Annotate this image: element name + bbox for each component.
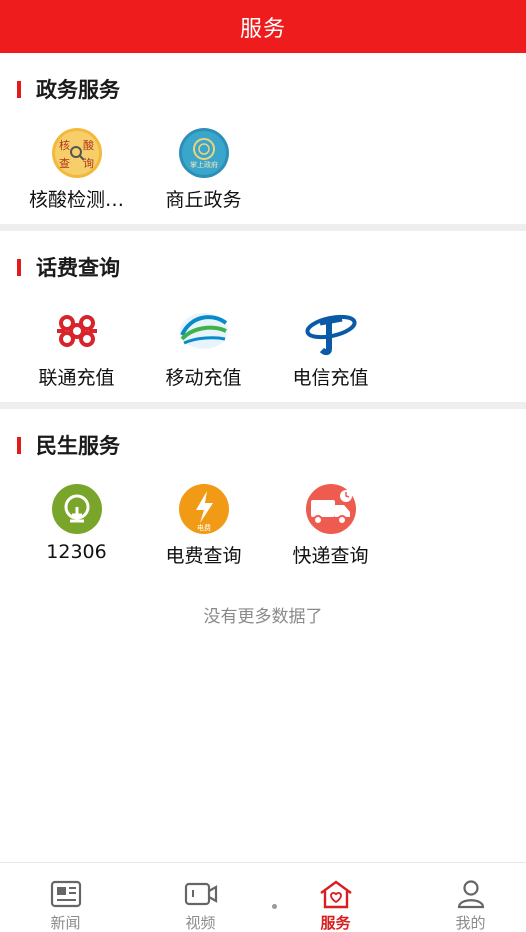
service-item-telecom-recharge[interactable]: 电信充值 (268, 305, 393, 395)
china-unicom-icon (46, 305, 108, 357)
service-grid: 12306 电费 电费查询 快递查询 (0, 483, 526, 573)
service-item-label: 12306 (46, 541, 107, 563)
no-more-data-text: 没有更多数据了 (203, 607, 323, 627)
svg-text:电费: 电费 (197, 523, 211, 532)
service-item-label: 商丘政务 (165, 189, 242, 211)
section-header: 政务服务 (0, 77, 120, 102)
section-title: 政务服务 (36, 78, 120, 102)
tab-label: 视频 (185, 914, 216, 932)
section-phone-recharge: 话费查询 联通充值 移动充值 电信充值 (0, 231, 526, 402)
top-header: 服务 (0, 0, 526, 53)
tab-label: 我的 (455, 914, 486, 932)
service-grid: 核 酸 查 询 核酸检测… 掌上政府 商丘政务 (0, 127, 526, 217)
tab-profile[interactable]: 我的 (405, 863, 526, 932)
svg-text:查: 查 (59, 156, 70, 170)
china-telecom-icon (300, 305, 362, 357)
service-item-label: 电费查询 (165, 545, 242, 567)
profile-icon (453, 879, 489, 909)
service-item-unicom-recharge[interactable]: 联通充值 (14, 305, 139, 395)
service-item-label: 电信充值 (292, 367, 369, 389)
bottom-tab-bar: 新闻 视频 服务 我的 (0, 862, 526, 932)
electricity-bill-icon: 电费 (173, 483, 235, 535)
shangqiu-gov-icon: 掌上政府 (173, 127, 235, 179)
section-divider (0, 224, 526, 231)
svg-text:掌上政府: 掌上政府 (190, 160, 218, 169)
service-grid: 联通充值 移动充值 电信充值 (0, 305, 526, 395)
section-title: 民生服务 (36, 434, 120, 458)
china-mobile-icon (173, 305, 235, 357)
service-item-label: 核酸检测… (28, 189, 124, 211)
service-item-label: 快递查询 (292, 545, 369, 567)
service-item-label: 移动充值 (165, 367, 242, 389)
section-title: 话费查询 (36, 256, 120, 280)
section-accent-bar (17, 258, 21, 276)
svg-text:核: 核 (59, 138, 70, 152)
tab-label: 服务 (320, 914, 351, 932)
railway-12306-icon (46, 483, 108, 535)
service-item-electricity-bill[interactable]: 电费 电费查询 (141, 483, 266, 573)
service-item-shangqiu-gov[interactable]: 掌上政府 商丘政务 (141, 127, 266, 217)
section-gov-services: 政务服务 核 酸 查 询 核酸检测… 掌上政府 商丘政务 (0, 53, 526, 224)
page-title: 服务 (239, 16, 286, 42)
nucleic-test-icon: 核 酸 查 询 (46, 127, 108, 179)
section-livelihood-services: 民生服务 12306 电费 电费查询 快递查询 (0, 409, 526, 580)
section-divider (0, 402, 526, 409)
svg-text:酸: 酸 (83, 138, 94, 152)
tab-news[interactable]: 新闻 (0, 863, 131, 932)
service-item-mobile-recharge[interactable]: 移动充值 (141, 305, 266, 395)
service-item-label: 联通充值 (38, 367, 115, 389)
video-icon (183, 879, 219, 909)
express-delivery-icon (300, 483, 362, 535)
service-item-nucleic-test[interactable]: 核 酸 查 询 核酸检测… (14, 127, 139, 217)
service-page: 服务 政务服务 核 酸 查 询 核酸检测… 掌上政府 商丘政务 话费查询 联通充… (0, 0, 526, 932)
news-icon (48, 879, 84, 909)
tab-service[interactable]: 服务 (270, 863, 401, 932)
svg-text:询: 询 (83, 157, 94, 170)
service-item-12306[interactable]: 12306 (14, 483, 139, 573)
section-header: 话费查询 (0, 255, 120, 280)
tab-label: 新闻 (50, 914, 81, 932)
service-home-icon (318, 879, 354, 909)
service-item-express[interactable]: 快递查询 (268, 483, 393, 573)
indicator-dot (272, 904, 277, 909)
tab-video[interactable]: 视频 (135, 863, 266, 932)
section-header: 民生服务 (0, 433, 120, 458)
section-accent-bar (17, 80, 21, 98)
section-accent-bar (17, 436, 21, 454)
